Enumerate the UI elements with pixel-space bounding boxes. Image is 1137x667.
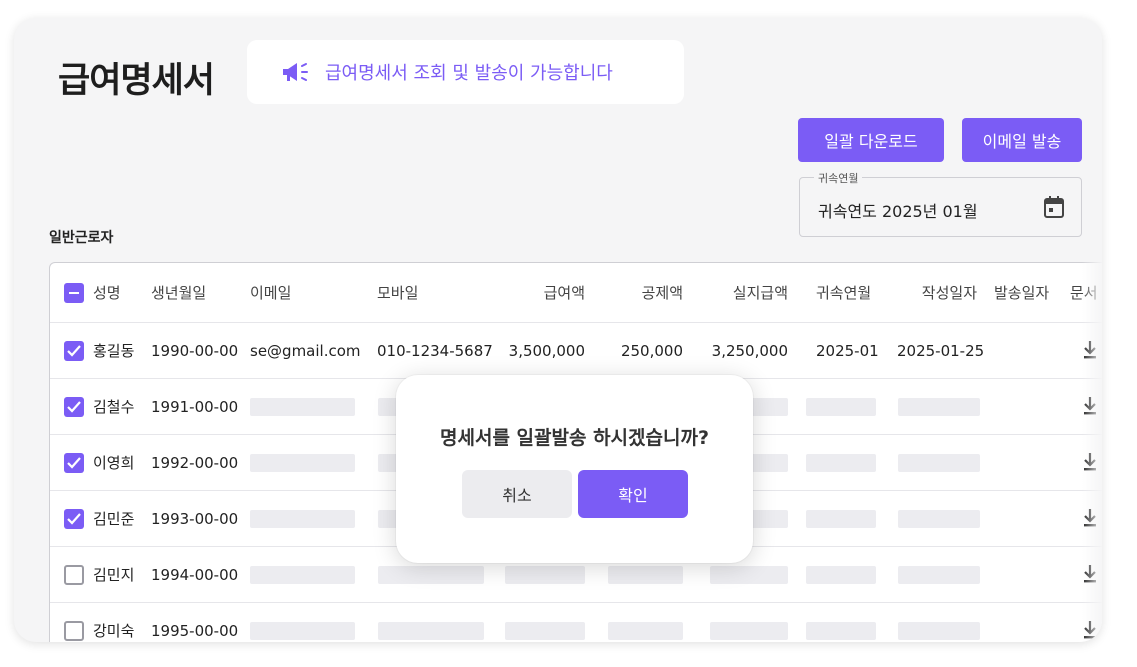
placeholder-bar <box>505 566 585 584</box>
placeholder-bar <box>806 454 876 472</box>
row-checkbox[interactable] <box>64 453 84 473</box>
cell-birth: 1993-00-00 <box>151 509 239 528</box>
table-row[interactable]: 강미숙 1995-00-00 <box>50 603 1102 642</box>
cell-deduction: 250,000 <box>620 341 683 360</box>
cell-birth: 1995-00-00 <box>151 621 239 640</box>
row-checkbox[interactable] <box>64 397 84 417</box>
header-period[interactable]: 귀속연월 <box>816 263 871 322</box>
placeholder-bar <box>806 622 876 640</box>
row-checkbox[interactable] <box>64 621 84 641</box>
placeholder-bar <box>250 566 355 584</box>
cell-birth: 1992-00-00 <box>151 453 239 472</box>
header-email[interactable]: 이메일 <box>250 263 291 322</box>
payslip-panel: 급여명세서 급여명세서 조회 및 발송이 가능합니다 일괄 다운로드 이메일 발… <box>14 18 1102 642</box>
placeholder-bar <box>608 622 683 640</box>
placeholder-bar <box>898 622 980 640</box>
cell-name: 김철수 <box>93 398 135 416</box>
placeholder-bar <box>250 454 355 472</box>
download-icon[interactable] <box>1081 620 1099 640</box>
cell-period: 2025-01 <box>816 341 879 360</box>
calendar-icon[interactable] <box>1043 195 1065 223</box>
header-sent[interactable]: 발송일자 <box>994 263 1049 322</box>
header-mobile[interactable]: 모바일 <box>377 263 418 322</box>
placeholder-bar <box>378 566 484 584</box>
placeholder-bar <box>505 622 585 640</box>
download-icon[interactable] <box>1081 340 1099 360</box>
header-written[interactable]: 작성일자 <box>895 263 977 322</box>
row-checkbox[interactable] <box>64 509 84 529</box>
download-icon[interactable] <box>1081 564 1099 584</box>
cell-name: 김민지 <box>93 566 135 584</box>
cell-birth: 1991-00-00 <box>151 397 239 416</box>
header-doc[interactable]: 문서 <box>1070 263 1098 322</box>
bulk-download-button[interactable]: 일괄 다운로드 <box>798 118 944 162</box>
placeholder-bar <box>608 566 683 584</box>
cell-email: se@gmail.com <box>250 341 361 360</box>
header-birth[interactable]: 생년월일 <box>151 263 206 322</box>
period-select[interactable]: 귀속연월 귀속연도 2025년 01월 <box>799 170 1082 237</box>
notice-banner: 급여명세서 조회 및 발송이 가능합니다 <box>247 40 684 104</box>
placeholder-bar <box>250 622 355 640</box>
page-title: 급여명세서 <box>58 61 215 101</box>
select-all-checkbox[interactable] <box>64 283 84 303</box>
cancel-button[interactable]: 취소 <box>462 470 572 518</box>
header-pay[interactable]: 급여액 <box>490 263 585 322</box>
placeholder-bar <box>250 398 355 416</box>
confirm-dialog: 명세서를 일괄발송 하시겠습니까? 취소 확인 <box>396 375 753 563</box>
confirm-button[interactable]: 확인 <box>578 470 688 518</box>
header-name[interactable]: 성명 <box>93 263 121 322</box>
cell-pay: 3,500,000 <box>508 341 585 360</box>
placeholder-bar <box>806 566 876 584</box>
period-label: 귀속연월 <box>814 170 863 186</box>
cell-birth: 1994-00-00 <box>151 565 239 584</box>
placeholder-bar <box>898 398 980 416</box>
email-send-button[interactable]: 이메일 발송 <box>962 118 1082 162</box>
download-icon[interactable] <box>1081 396 1099 416</box>
download-icon[interactable] <box>1081 452 1099 472</box>
dialog-message: 명세서를 일괄발송 하시겠습니까? <box>440 427 709 449</box>
placeholder-bar <box>378 622 484 640</box>
section-label: 일반근로자 <box>49 230 114 246</box>
header-deduction[interactable]: 공제액 <box>590 263 683 322</box>
cell-net: 3,250,000 <box>711 341 788 360</box>
cell-name: 홍길동 <box>93 342 135 360</box>
cell-written: 2025-01-25 <box>897 341 985 360</box>
cell-name: 김민준 <box>93 510 135 528</box>
row-checkbox[interactable] <box>64 565 84 585</box>
placeholder-bar <box>710 622 788 640</box>
megaphone-icon <box>281 61 311 83</box>
placeholder-bar <box>250 510 355 528</box>
cell-birth: 1990-00-00 <box>151 341 239 360</box>
period-value: 귀속연도 2025년 01월 <box>818 202 978 221</box>
placeholder-bar <box>898 566 980 584</box>
table-header-row: 성명 생년월일 이메일 모바일 급여액 공제액 실지급액 귀속연월 작성일자 발… <box>50 263 1102 323</box>
cell-name: 이영희 <box>93 454 135 472</box>
placeholder-bar <box>806 398 876 416</box>
notice-text: 급여명세서 조회 및 발송이 가능합니다 <box>325 63 613 84</box>
placeholder-bar <box>898 510 980 528</box>
cell-mobile: 010-1234-5687 <box>377 341 493 360</box>
placeholder-bar <box>710 566 788 584</box>
placeholder-bar <box>806 510 876 528</box>
header-net[interactable]: 실지급액 <box>690 263 788 322</box>
download-icon[interactable] <box>1081 508 1099 528</box>
cell-name: 강미숙 <box>93 622 135 640</box>
placeholder-bar <box>898 454 980 472</box>
table-row[interactable]: 홍길동 1990-00-00 se@gmail.com 010-1234-568… <box>50 323 1102 379</box>
row-checkbox[interactable] <box>64 341 84 361</box>
